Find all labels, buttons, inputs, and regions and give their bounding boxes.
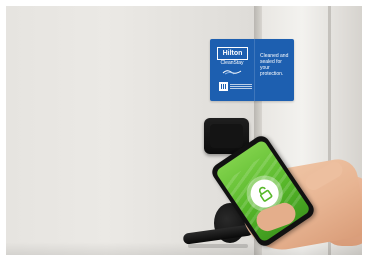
hilton-logo: Hilton	[217, 47, 248, 60]
cleanstay-sign: Hilton CleanStay Cleaned and sealed for …	[210, 39, 294, 101]
lock-icon	[258, 186, 273, 202]
sign-message: Cleaned and sealed for your protection.	[260, 53, 289, 77]
sign-fine-print	[230, 84, 252, 89]
swirl-icon	[222, 70, 242, 75]
qr-code-icon	[219, 82, 228, 91]
sign-fold	[254, 39, 255, 101]
handle-shadow	[188, 244, 248, 248]
sign-left-panel: Hilton CleanStay	[210, 39, 254, 101]
reader-face	[210, 124, 243, 148]
photo-scene: Hilton CleanStay Cleaned and sealed for …	[6, 6, 362, 255]
cleanstay-logo-text: CleanStay	[220, 60, 244, 66]
